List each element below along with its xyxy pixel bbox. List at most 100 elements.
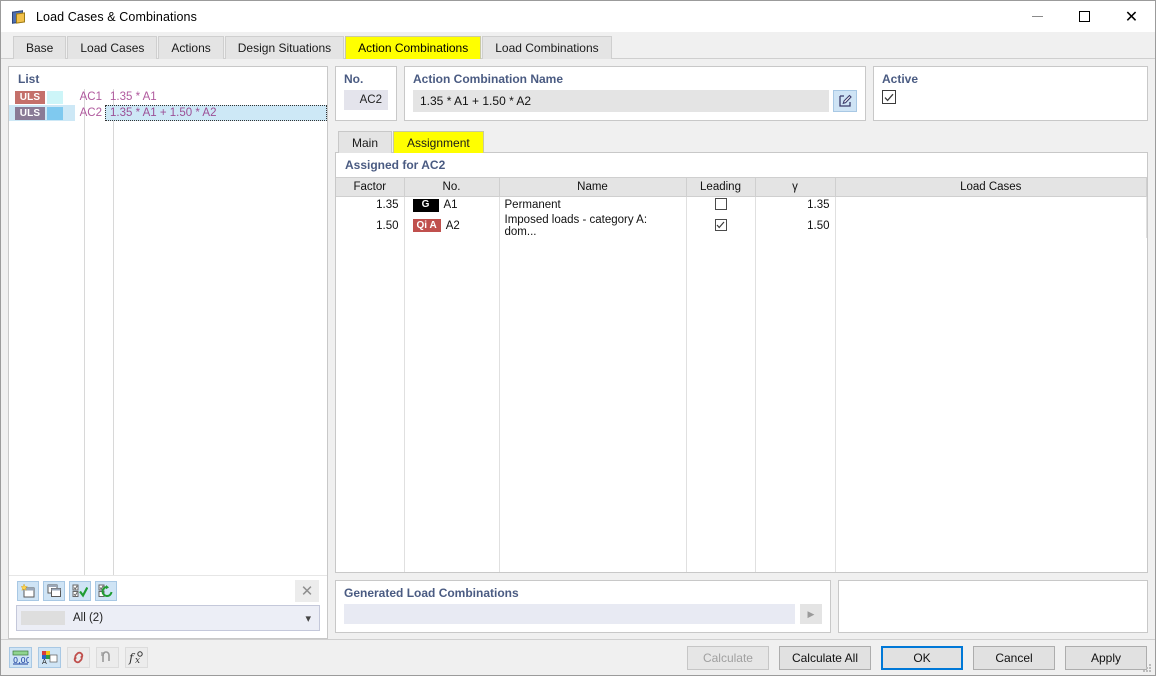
- calculate-button[interactable]: Calculate: [686, 645, 769, 670]
- list-item-no: AC2: [79, 107, 102, 119]
- tab-load-combinations[interactable]: Load Combinations: [482, 36, 612, 59]
- generated-row: Generated Load Combinations ▶: [335, 580, 1148, 633]
- cell-load-cases: [835, 213, 1147, 238]
- close-button[interactable]: ✕: [1108, 1, 1155, 32]
- units-icon[interactable]: A: [38, 647, 61, 668]
- select-all-icon[interactable]: [69, 580, 91, 601]
- leading-checkbox[interactable]: [714, 197, 727, 210]
- apply-button[interactable]: Apply: [1065, 645, 1147, 670]
- tab-actions[interactable]: Actions: [158, 36, 224, 59]
- minimize-button[interactable]: [1014, 1, 1061, 32]
- tab-load-cases[interactable]: Load Cases: [67, 36, 158, 59]
- resize-grip[interactable]: [1142, 663, 1152, 673]
- check-icon: [716, 221, 725, 229]
- invert-selection-glyph: [98, 584, 113, 597]
- cell-factor: 1.35: [336, 196, 405, 214]
- cell-leading: [686, 213, 756, 238]
- combination-name-input[interactable]: 1.35 * A1 + 1.50 * A2: [413, 90, 829, 112]
- assignment-title: Assigned for AC2: [345, 158, 446, 172]
- name-field-row: 1.35 * A1 + 1.50 * A2: [413, 90, 857, 112]
- table-row[interactable]: 1.50 Qi A A2 Imposed loads - category A:…: [336, 213, 1147, 238]
- uls-badge: ULS: [15, 106, 45, 120]
- list-panel-title: List: [18, 72, 40, 86]
- list-item-badge-cell: ULS: [9, 89, 75, 105]
- list-item-expression: 1.35 * A1 + 1.50 * A2: [105, 105, 327, 121]
- active-box: Active: [873, 66, 1148, 121]
- cell-factor: 1.50: [336, 213, 405, 238]
- list-panel: List ULS AC1 1.35 * A1 ULS AC2 1.35 * A1…: [8, 66, 328, 639]
- new-icon[interactable]: [17, 580, 39, 601]
- calculate-all-button[interactable]: Calculate All: [778, 645, 871, 670]
- action-no-label: A1: [443, 199, 458, 212]
- edit-icon[interactable]: [833, 90, 857, 112]
- new-glyph: [20, 583, 34, 597]
- list-item-expression: 1.35 * A1: [110, 91, 157, 103]
- footer-bar: 0,00 A f x Calculate Calculate All OK Ca…: [1, 639, 1155, 675]
- cancel-button[interactable]: Cancel: [973, 645, 1055, 670]
- relations-glyph: [101, 651, 110, 662]
- active-checkbox[interactable]: [882, 90, 896, 104]
- formula-glyph: f x: [128, 651, 143, 665]
- combination-list[interactable]: ULS AC1 1.35 * A1 ULS AC2 1.35 * A1 + 1.…: [9, 89, 327, 575]
- svg-text:x: x: [135, 656, 140, 665]
- tab-label: Load Combinations: [495, 41, 599, 55]
- list-item[interactable]: ULS AC2 1.35 * A1 + 1.50 * A2: [9, 105, 327, 121]
- filter-label: All (2): [73, 612, 104, 624]
- link-icon[interactable]: [67, 647, 90, 668]
- tab-label: Main: [352, 135, 379, 150]
- ok-button[interactable]: OK: [881, 645, 963, 670]
- tab-label: Assignment: [407, 135, 470, 150]
- tab-base[interactable]: Base: [13, 36, 67, 59]
- list-item[interactable]: ULS AC1 1.35 * A1: [9, 89, 327, 105]
- relations-icon[interactable]: [96, 647, 119, 668]
- table-row[interactable]: 1.35 G A1 Permanent 1.35: [336, 196, 1147, 214]
- generated-combinations-input[interactable]: [344, 604, 795, 624]
- column-header-factor[interactable]: Factor: [336, 177, 405, 197]
- edit-glyph: [839, 94, 852, 107]
- tab-design-situations[interactable]: Design Situations: [224, 36, 345, 59]
- cell-name: Permanent: [499, 196, 687, 214]
- filter-color-swatch: [21, 611, 65, 625]
- tab-label: Design Situations: [237, 41, 332, 55]
- cell-load-cases: [835, 196, 1147, 214]
- invert-selection-icon[interactable]: [95, 580, 117, 601]
- column-header-load-cases[interactable]: Load Cases: [835, 177, 1147, 197]
- minimize-icon: [1032, 16, 1043, 17]
- decimal-places-icon[interactable]: 0,00: [9, 647, 32, 668]
- check-icon: [884, 93, 894, 101]
- column-header-gamma[interactable]: γ: [755, 177, 836, 197]
- maximize-button[interactable]: [1061, 1, 1108, 32]
- maximize-icon: [1079, 11, 1090, 22]
- list-toolbar: ✕: [9, 575, 327, 605]
- cell-leading: [686, 196, 756, 214]
- column-header-leading[interactable]: Leading: [686, 177, 756, 197]
- tab-assignment[interactable]: Assignment: [393, 131, 484, 153]
- list-item-badge-cell: ULS: [9, 105, 75, 121]
- generated-field-row: ▶: [344, 604, 822, 624]
- delete-icon[interactable]: ✕: [295, 579, 319, 602]
- dialog-body: List ULS AC1 1.35 * A1 ULS AC2 1.35 * A1…: [1, 59, 1155, 639]
- formula-icon[interactable]: f x: [125, 647, 148, 668]
- no-value: AC2: [344, 90, 388, 110]
- tab-main[interactable]: Main: [338, 131, 393, 153]
- svg-text:A: A: [42, 658, 47, 665]
- cell-no: G A1: [404, 196, 500, 214]
- column-header-no[interactable]: No.: [404, 177, 500, 197]
- play-icon[interactable]: ▶: [800, 604, 822, 624]
- assignment-panel: Assigned for AC2 Factor No. Name Leading…: [335, 153, 1148, 573]
- copy-icon[interactable]: [43, 580, 65, 601]
- list-filter-dropdown[interactable]: All (2) ▾: [16, 605, 320, 631]
- leading-checkbox[interactable]: [714, 219, 727, 231]
- generated-label: Generated Load Combinations: [344, 586, 519, 600]
- assignment-empty-area[interactable]: [336, 237, 1147, 572]
- load-cases-icon: [10, 8, 28, 26]
- generated-side-box[interactable]: [838, 580, 1148, 633]
- column-header-name[interactable]: Name: [499, 177, 687, 197]
- no-box: No. AC2: [335, 66, 397, 121]
- tab-action-combinations[interactable]: Action Combinations: [345, 36, 482, 59]
- tab-label: Base: [26, 41, 54, 55]
- dialog-window: Load Cases & Combinations ✕ Base Load Ca…: [0, 0, 1156, 676]
- tab-label: Action Combinations: [358, 41, 469, 55]
- detail-panel: No. AC2 Action Combination Name 1.35 * A…: [335, 66, 1148, 639]
- action-type-chip: G: [412, 198, 439, 212]
